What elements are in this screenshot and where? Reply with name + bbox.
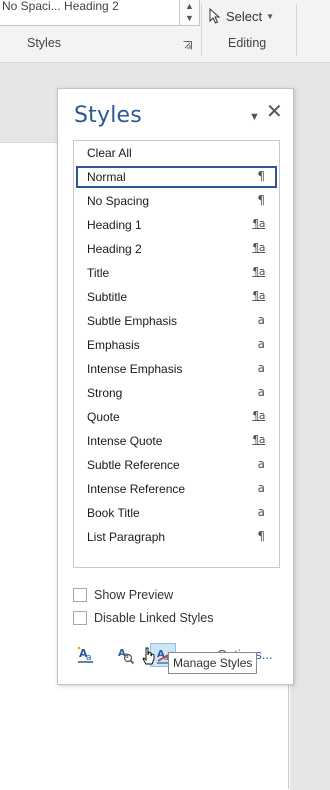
linked-style-icon: ¶a [252, 289, 265, 302]
linked-style-icon: ¶a [252, 433, 265, 446]
style-item[interactable]: Subtitle ¶a [76, 286, 277, 308]
style-item-name: Strong [87, 386, 123, 400]
close-icon[interactable]: ✕ [266, 102, 283, 122]
character-style-icon: a [257, 481, 265, 495]
paragraph-style-icon: ¶ [257, 193, 265, 207]
style-item-name: List Paragraph [87, 530, 166, 544]
styles-gallery[interactable]: No Spaci... Heading 2 ▲ ▼ [0, 0, 200, 26]
style-inspector-button[interactable]: A a [112, 643, 138, 667]
styles-dialog-launcher-icon[interactable] [183, 41, 192, 50]
style-item-name: Subtle Reference [87, 458, 180, 472]
style-item-name: Intense Reference [87, 482, 186, 496]
show-preview-checkbox[interactable] [73, 588, 87, 602]
style-item-name: No Spacing [87, 194, 150, 208]
group-divider [296, 4, 297, 56]
character-style-icon: a [257, 361, 265, 375]
editing-group-label: Editing [228, 36, 267, 50]
linked-style-icon: ¶a [252, 217, 265, 230]
disable-linked-styles-label: Disable Linked Styles [94, 611, 214, 625]
style-item-name: Quote [87, 410, 120, 424]
paragraph-style-icon: ¶ [257, 169, 265, 183]
chevron-down-icon: ▼ [266, 11, 275, 21]
character-style-icon: a [257, 385, 265, 399]
disable-linked-styles-checkbox[interactable] [73, 611, 87, 625]
character-style-icon: a [257, 505, 265, 519]
manage-styles-tooltip: Manage Styles [168, 652, 258, 674]
ribbon: No Spaci... Heading 2 ▲ ▼ Select ▼ Styles… [0, 0, 330, 63]
style-item[interactable]: Intense Emphasis a [76, 358, 277, 380]
style-item[interactable]: Book Title a [76, 502, 277, 524]
styles-group-label: Styles [27, 36, 62, 50]
character-style-icon: a [257, 457, 265, 471]
style-item[interactable]: Subtle Emphasis a [76, 310, 277, 332]
styles-gallery-text: No Spaci... Heading 2 [2, 0, 119, 13]
paragraph-style-icon: ¶ [257, 529, 265, 543]
mouse-pointer-icon [142, 647, 155, 665]
linked-style-icon: ¶a [252, 409, 265, 422]
select-label: Select [226, 8, 263, 24]
new-style-button[interactable]: A a [72, 643, 98, 667]
styles-pane: Styles ▼ ✕ Clear All Normal ¶ No Spacing ¶ He… [57, 88, 294, 685]
style-item[interactable]: Intense Quote ¶a [76, 430, 277, 452]
style-item-name: Normal [87, 170, 126, 184]
style-list: Clear All Normal ¶ No Spacing ¶ Heading 1 ¶a He… [73, 140, 280, 568]
style-item[interactable]: Subtle Reference a [76, 454, 277, 476]
gallery-more-button[interactable]: ▲ ▼ [179, 0, 199, 25]
character-style-icon: a [257, 313, 265, 327]
style-item-name: Intense Quote [87, 434, 163, 448]
style-item[interactable]: Strong a [76, 382, 277, 404]
disable-linked-styles-option[interactable]: Disable Linked Styles [73, 610, 214, 626]
style-item[interactable]: Quote ¶a [76, 406, 277, 428]
style-item-name: Book Title [87, 506, 140, 520]
style-item[interactable]: Heading 1 ¶a [76, 214, 277, 236]
group-divider [201, 4, 202, 56]
style-item-name: Heading 2 [87, 242, 142, 256]
style-item[interactable]: No Spacing ¶ [76, 190, 277, 212]
linked-style-icon: ¶a [252, 265, 265, 278]
style-item-name: Intense Emphasis [87, 362, 183, 376]
style-item[interactable]: Heading 2 ¶a [76, 238, 277, 260]
style-item-name: Clear All [87, 146, 132, 160]
style-item[interactable]: Title ¶a [76, 262, 277, 284]
style-item-name: Title [87, 266, 110, 280]
show-preview-option[interactable]: Show Preview [73, 587, 173, 603]
pane-options-dropdown-icon[interactable]: ▼ [249, 111, 260, 123]
clear-all-item[interactable]: Clear All [76, 142, 277, 164]
style-item-name: Subtitle [87, 290, 128, 304]
style-item[interactable]: Intense Reference a [76, 478, 277, 500]
style-inspector-icon: A a [118, 648, 135, 665]
linked-style-icon: ¶a [252, 241, 265, 254]
pane-title: Styles [74, 103, 142, 128]
select-button[interactable]: Select ▼ [208, 6, 274, 26]
style-item[interactable]: Emphasis a [76, 334, 277, 356]
style-item-name: Heading 1 [87, 218, 142, 232]
style-item[interactable]: Normal ¶ [76, 166, 277, 188]
new-style-icon: A a [77, 646, 93, 663]
pointer-icon [209, 8, 221, 24]
style-item[interactable]: List Paragraph ¶ [76, 526, 277, 548]
character-style-icon: a [257, 337, 265, 351]
show-preview-label: Show Preview [94, 588, 174, 602]
style-item-name: Subtle Emphasis [87, 314, 178, 328]
style-item-name: Emphasis [87, 338, 140, 352]
